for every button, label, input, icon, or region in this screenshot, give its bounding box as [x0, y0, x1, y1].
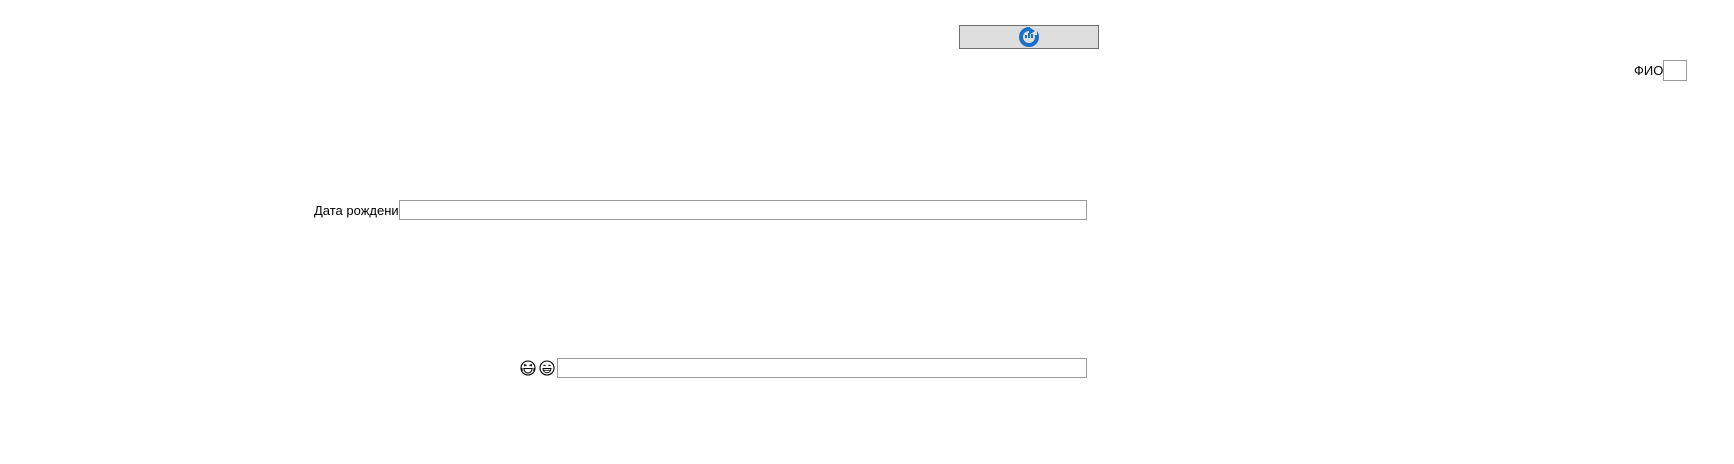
fio-label: ФИО	[1634, 63, 1664, 78]
fio-input[interactable]	[1663, 60, 1687, 81]
emoji-label	[520, 359, 555, 377]
emoji-input[interactable]	[557, 358, 1087, 378]
refresh-icon	[1018, 26, 1040, 48]
birth-date-input[interactable]	[399, 200, 1087, 220]
page: ФИО Дата рождения	[0, 0, 1734, 464]
laughing-face-icon	[520, 360, 536, 376]
refresh-button[interactable]	[959, 25, 1099, 49]
grinning-face-icon	[539, 360, 555, 376]
birth-date-label: Дата рождения	[314, 203, 406, 218]
